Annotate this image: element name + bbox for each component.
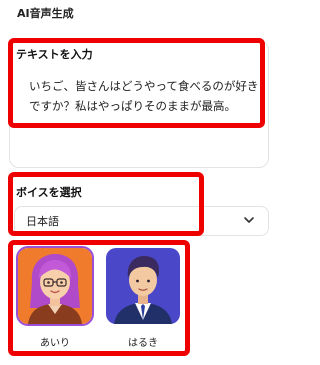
chevron-down-icon[interactable] [243,214,255,226]
avatar-haruki-image [106,248,180,324]
text-input-label: テキストを入力 [16,48,93,61]
language-select-value: 日本語 [26,215,59,228]
section-title: AI音声生成 [17,7,74,20]
voice-select-label: ボイスを選択 [16,186,82,199]
text-input-line-2: ですか？私はやっぱりそのままが最高。 [29,99,236,113]
avatar-name-airi: あいり [40,338,70,349]
avatar-airi-image [18,248,92,324]
text-input-line-1: いちご、皆さんはどうやって食べるのが好き [29,79,259,93]
avatar-card-haruki[interactable] [106,248,180,324]
text-input-field[interactable]: いちご、皆さんはどうやって食べるのが好き ですか？私はやっぱりそのままが最高。 [29,76,259,116]
avatar-card-airi[interactable] [16,246,94,326]
avatar-name-haruki: はるき [128,338,158,349]
